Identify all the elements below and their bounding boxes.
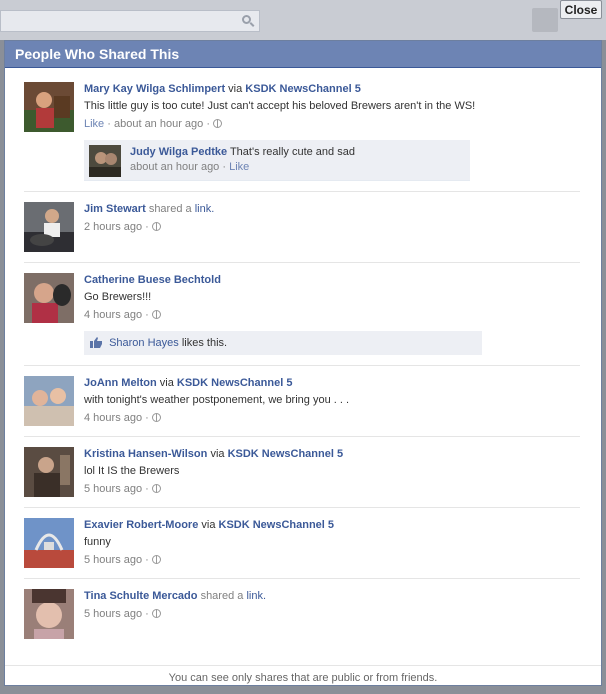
dialog-title: People Who Shared This <box>5 41 601 68</box>
share-message: with tonight's weather postponement, we … <box>84 394 350 406</box>
share-action: shared a <box>148 203 192 215</box>
share-item: Mary Kay Wilga Schlimpert via KSDK NewsC… <box>24 82 580 192</box>
globe-icon <box>151 484 161 493</box>
via-text: via <box>159 377 174 389</box>
sharer-name[interactable]: Catherine Buese Bechtold <box>84 274 221 286</box>
globe-icon <box>151 310 161 319</box>
likes-box: Sharon Hayes likes this. <box>84 331 482 355</box>
comment-like-link[interactable]: Like <box>229 161 249 173</box>
share-item: Exavier Robert-Moore via KSDK NewsChanne… <box>24 518 580 579</box>
timestamp[interactable]: 2 hours ago <box>84 221 142 233</box>
share-item: Tina Schulte Mercado shared a link. 5 ho… <box>24 589 580 649</box>
likes-text: likes this. <box>181 337 228 349</box>
sharer-name[interactable]: Kristina Hansen-Wilson <box>84 448 207 460</box>
timestamp[interactable]: 4 hours ago <box>84 412 142 424</box>
sharer-name[interactable]: JoAnn Melton <box>84 377 157 389</box>
share-item: JoAnn Melton via KSDK NewsChannel 5 with… <box>24 376 580 437</box>
avatar[interactable] <box>24 589 74 639</box>
commenter-avatar[interactable] <box>89 145 121 177</box>
comment: Judy Wilga Pedtke That's really cute and… <box>84 140 470 181</box>
via-text: via <box>210 448 225 460</box>
timestamp[interactable]: 5 hours ago <box>84 554 142 566</box>
like-link[interactable]: Like <box>84 118 104 130</box>
share-message: lol It IS the Brewers <box>84 465 180 477</box>
avatar[interactable] <box>24 202 74 252</box>
timestamp[interactable]: 5 hours ago <box>84 608 142 620</box>
via-text: via <box>228 83 243 95</box>
avatar[interactable] <box>24 273 74 323</box>
timestamp[interactable]: 5 hours ago <box>84 483 142 495</box>
globe-icon <box>213 119 223 128</box>
background-search-input <box>0 10 260 32</box>
commenter-name[interactable]: Judy Wilga Pedtke <box>130 146 227 158</box>
timestamp[interactable]: 4 hours ago <box>84 309 142 321</box>
sharer-name[interactable]: Exavier Robert-Moore <box>84 519 198 531</box>
share-message: Go Brewers!!! <box>84 291 152 303</box>
globe-icon <box>151 609 161 618</box>
liker-name[interactable]: Sharon Hayes <box>109 337 179 349</box>
avatar[interactable] <box>24 82 74 132</box>
avatar[interactable] <box>24 447 74 497</box>
thumbs-up-icon <box>90 337 102 348</box>
share-item: Catherine Buese Bechtold Go Brewers!!! 4… <box>24 273 580 366</box>
shares-dialog: People Who Shared This Mary Kay Wilga Sc… <box>4 40 602 686</box>
background-avatar <box>532 8 558 32</box>
avatar[interactable] <box>24 518 74 568</box>
share-message: funny <box>84 536 111 548</box>
share-item: Jim Stewart shared a link. 2 hours ago · <box>24 202 580 263</box>
close-button[interactable]: Close <box>560 0 602 19</box>
share-message: This little guy is too cute! Just can't … <box>84 100 476 112</box>
sharer-name[interactable]: Mary Kay Wilga Schlimpert <box>84 83 225 95</box>
shared-link[interactable]: link. <box>195 203 215 215</box>
sharer-name[interactable]: Tina Schulte Mercado <box>84 590 198 602</box>
page-link[interactable]: KSDK NewsChannel 5 <box>245 83 361 95</box>
dialog-footer-note: You can see only shares that are public … <box>5 665 601 684</box>
avatar[interactable] <box>24 376 74 426</box>
page-link[interactable]: KSDK NewsChannel 5 <box>228 448 344 460</box>
page-link[interactable]: KSDK NewsChannel 5 <box>219 519 335 531</box>
page-link[interactable]: KSDK NewsChannel 5 <box>177 377 293 389</box>
timestamp[interactable]: about an hour ago <box>114 118 203 130</box>
globe-icon <box>151 413 161 422</box>
comment-timestamp[interactable]: about an hour ago <box>130 161 219 173</box>
comment-text: That's really cute and sad <box>229 146 355 158</box>
shares-list: Mary Kay Wilga Schlimpert via KSDK NewsC… <box>24 82 580 659</box>
share-item: Kristina Hansen-Wilson via KSDK NewsChan… <box>24 447 580 508</box>
globe-icon <box>151 555 161 564</box>
sharer-name[interactable]: Jim Stewart <box>84 203 146 215</box>
shared-link[interactable]: link. <box>246 590 266 602</box>
globe-icon <box>151 222 161 231</box>
via-text: via <box>201 519 216 531</box>
share-action: shared a <box>200 590 244 602</box>
search-icon <box>242 15 251 24</box>
